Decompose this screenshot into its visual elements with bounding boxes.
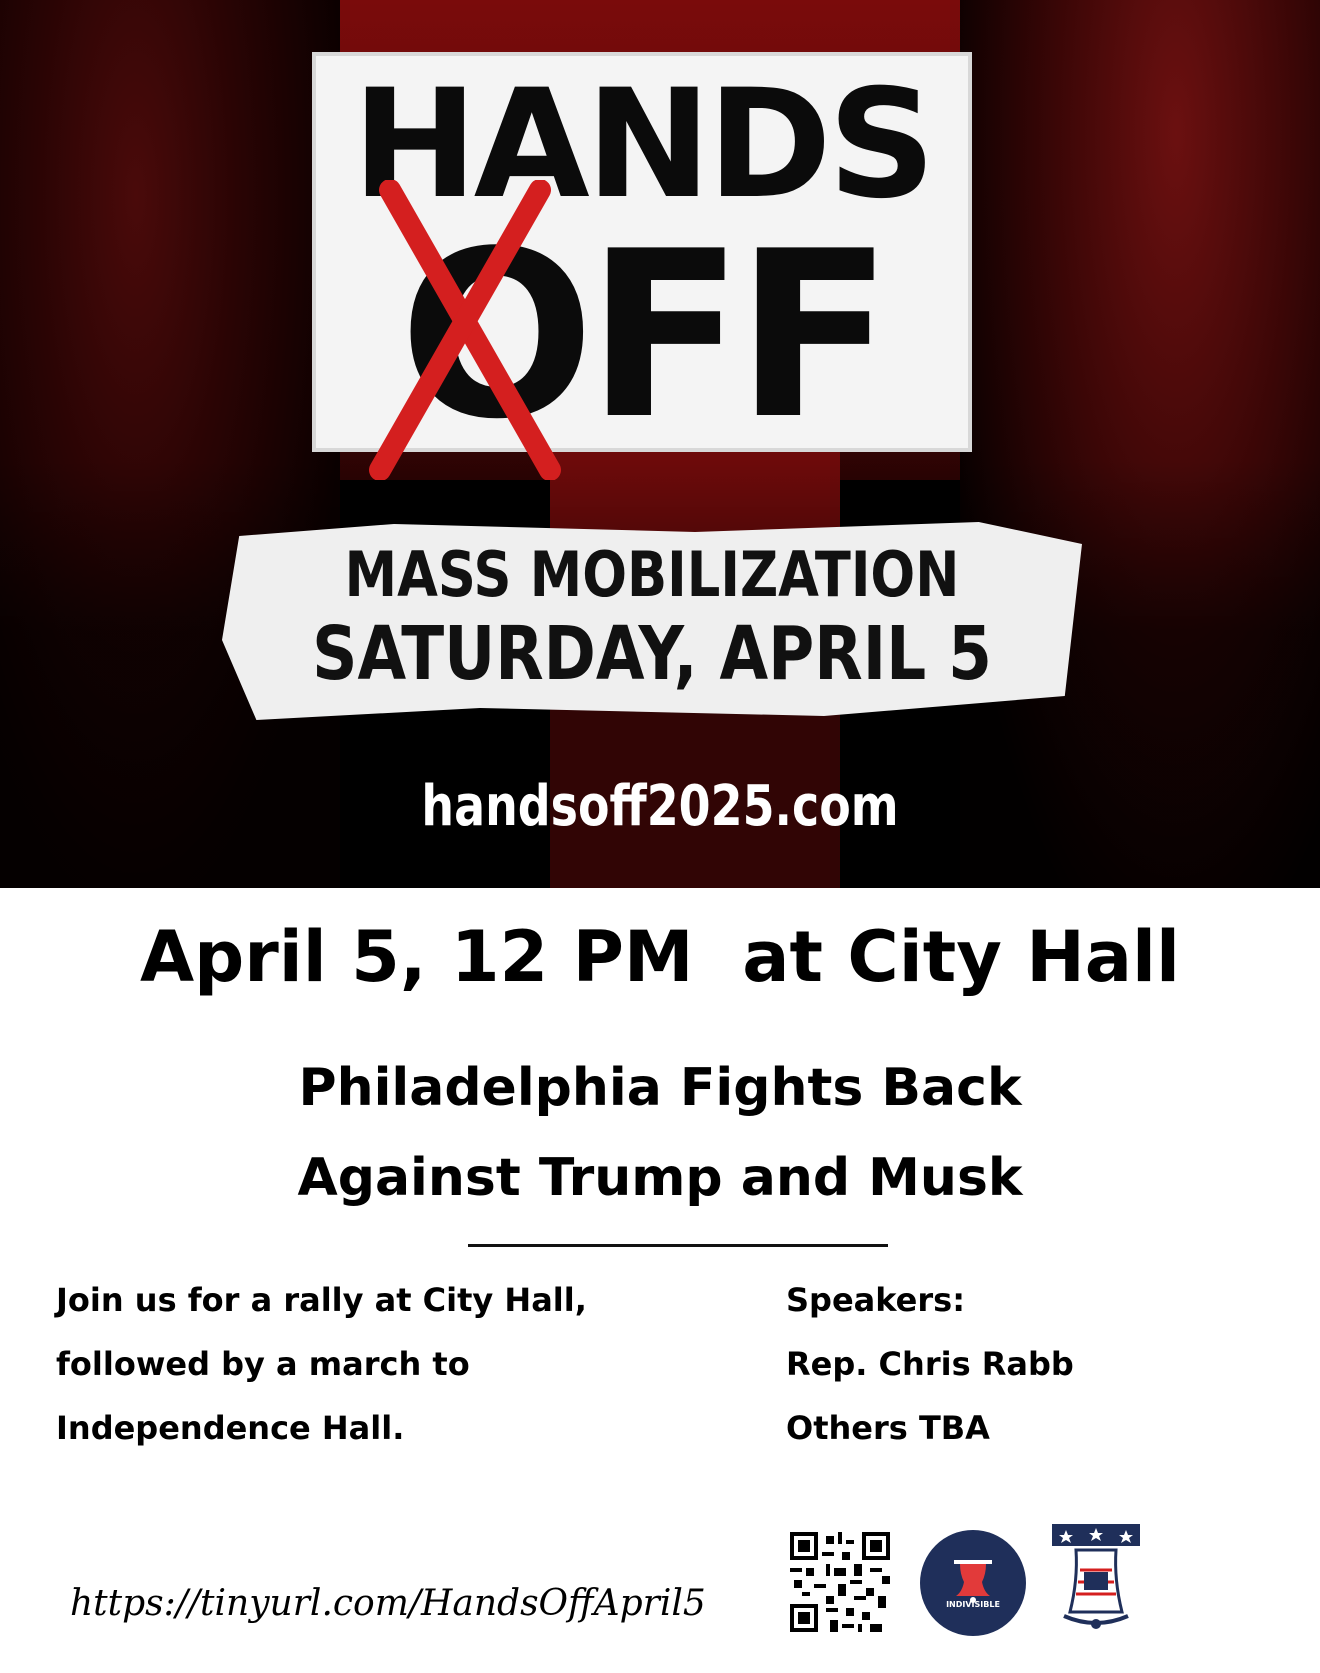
qr-code-icon[interactable] bbox=[790, 1532, 890, 1632]
subhead-line-1: Philadelphia Fights Back bbox=[298, 1058, 1022, 1118]
rally-description-line: followed by a march to bbox=[56, 1345, 470, 1383]
website-url[interactable]: handsoff2025.com bbox=[119, 775, 1201, 839]
indivisible-philadelphia-logo bbox=[920, 1530, 1026, 1636]
event-headline: April 5, 12 PM at City Hall bbox=[139, 916, 1181, 998]
divider bbox=[468, 1244, 888, 1247]
indivisible-wordmark: INDIVISIBLE bbox=[946, 1600, 1000, 1609]
hero-banner: HANDS OFF MASS MOBILIZATION SATURDAY, AP… bbox=[0, 0, 1320, 888]
mobilization-title: MASS MOBILIZATION bbox=[344, 538, 960, 611]
tinyurl-link[interactable]: https://tinyurl.com/HandsOffApril5 bbox=[70, 1582, 706, 1626]
speaker-item: Rep. Chris Rabb bbox=[786, 1345, 1074, 1383]
rally-description-line: Independence Hall. bbox=[56, 1409, 405, 1447]
subhead-line-2: Against Trump and Musk bbox=[297, 1148, 1023, 1208]
speaker-item: Others TBA bbox=[786, 1409, 990, 1447]
rally-description-line: Join us for a rally at City Hall, bbox=[56, 1281, 587, 1319]
red-x-icon bbox=[369, 180, 561, 480]
mobilization-date: SATURDAY, APRIL 5 bbox=[312, 611, 992, 697]
liberty-bell-logo bbox=[1052, 1524, 1140, 1629]
speakers-heading: Speakers: bbox=[786, 1281, 965, 1319]
bell-icon bbox=[954, 1560, 992, 1603]
